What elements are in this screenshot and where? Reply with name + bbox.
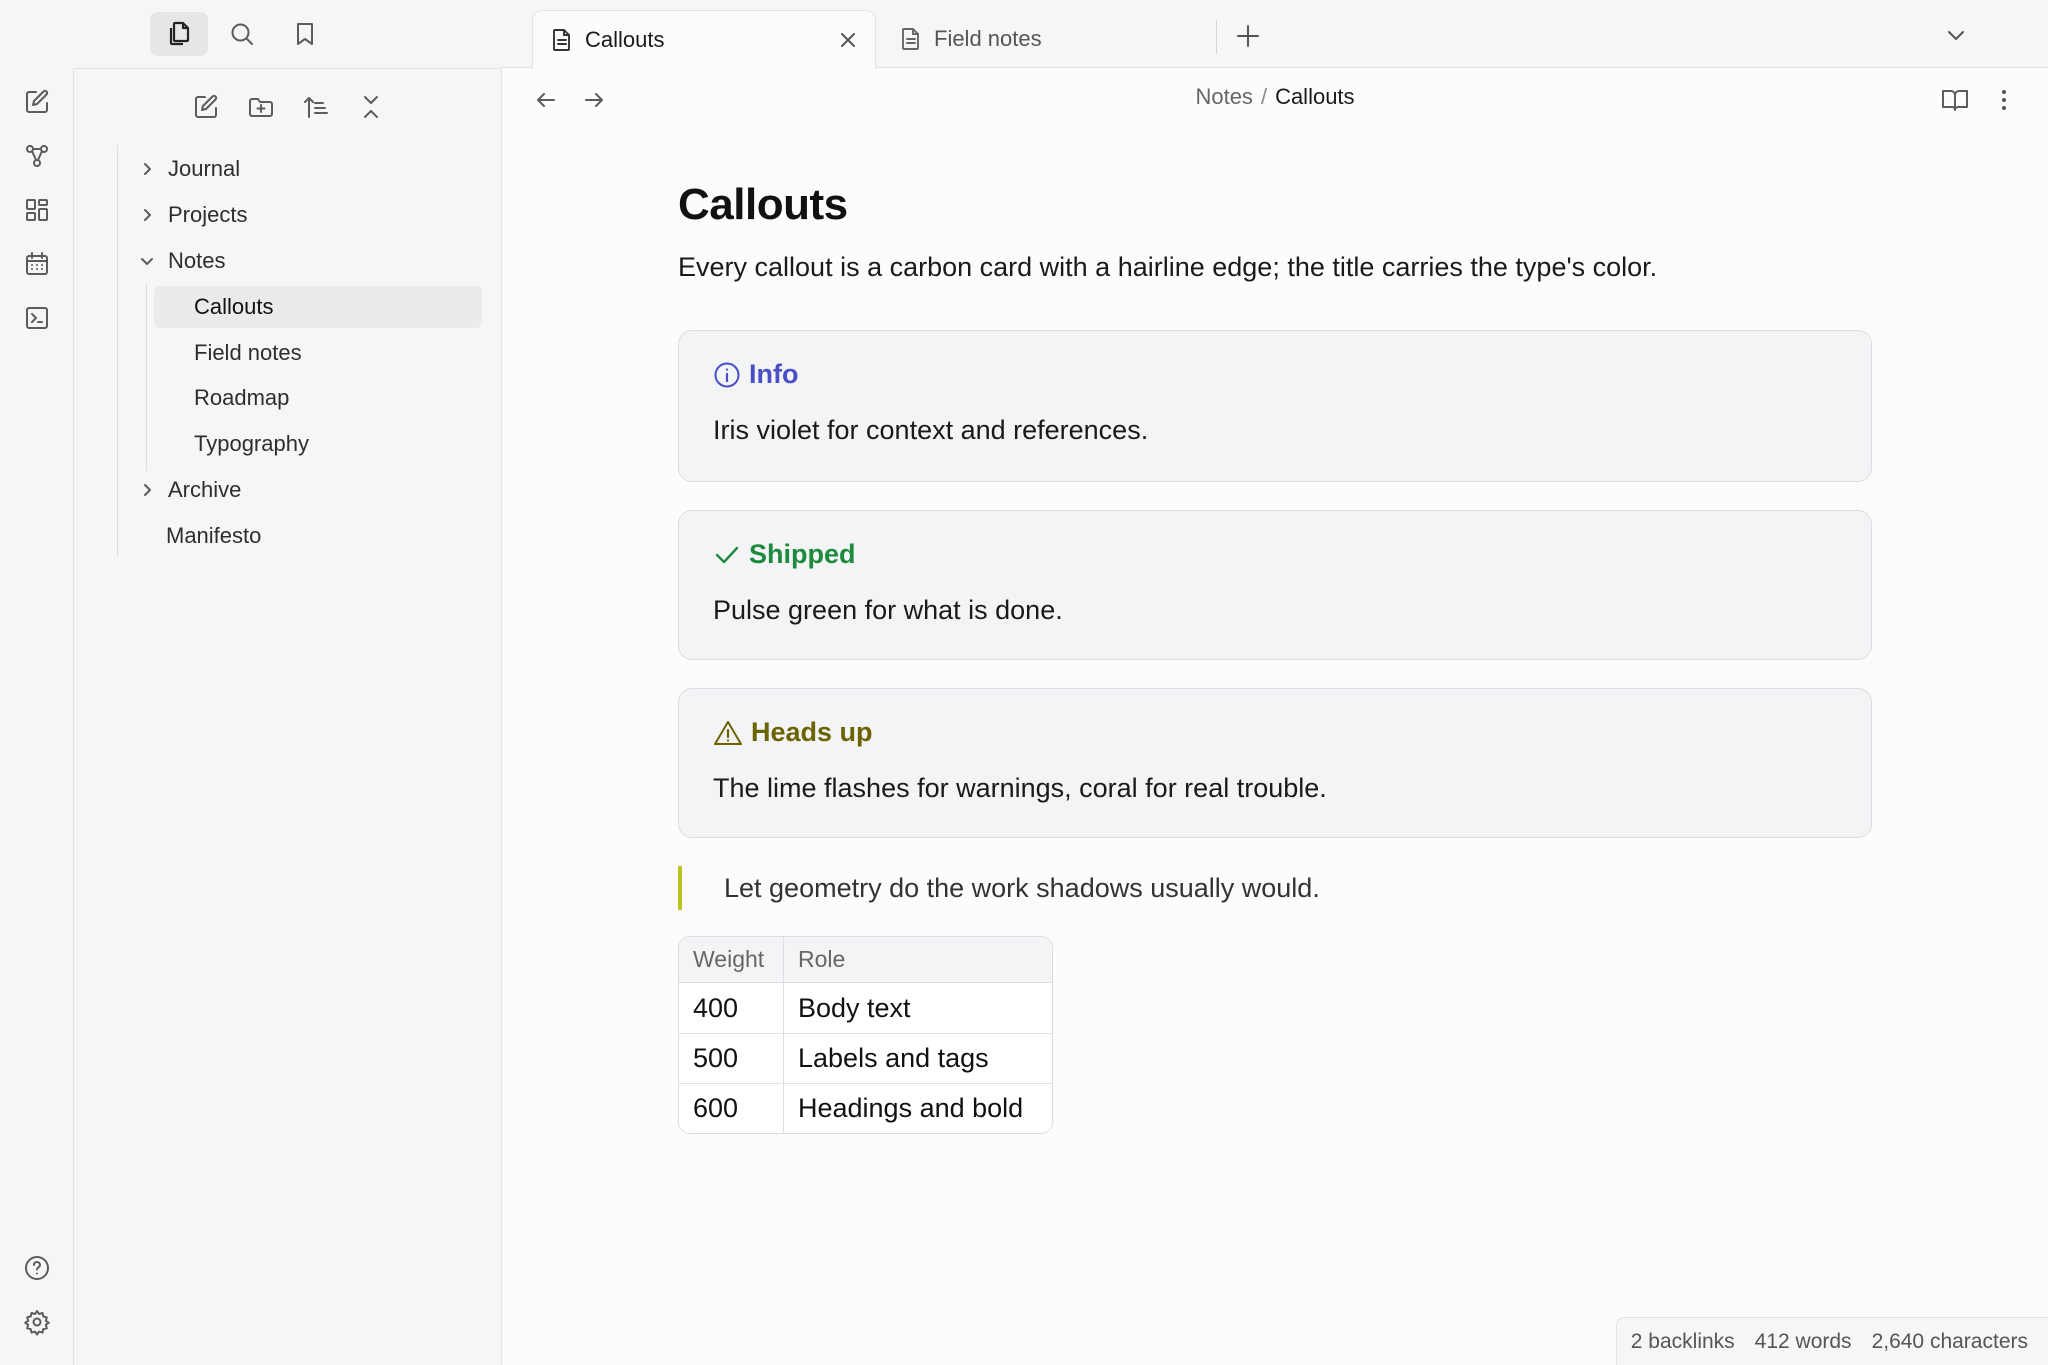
- tree-file-manifesto[interactable]: Manifesto: [134, 515, 434, 557]
- breadcrumb-current[interactable]: Callouts: [1275, 84, 1354, 109]
- tree-item-label: Manifesto: [166, 523, 262, 548]
- help-icon[interactable]: [19, 1250, 55, 1286]
- tab-label: Field notes: [934, 26, 1042, 51]
- tab-callouts[interactable]: Callouts: [532, 10, 876, 69]
- callout-title: Info: [713, 359, 798, 390]
- document-icon: [900, 27, 922, 51]
- new-folder-icon[interactable]: [241, 87, 281, 127]
- tree-file-typography[interactable]: Typography: [154, 423, 482, 465]
- blockquote: Let geometry do the work shadows usually…: [678, 866, 1320, 910]
- close-icon[interactable]: [837, 29, 859, 51]
- table-header: Weight: [679, 937, 784, 983]
- bookmark-icon[interactable]: [276, 12, 334, 56]
- reading-view-icon[interactable]: [1940, 86, 1970, 114]
- check-icon: [713, 541, 749, 569]
- callout-body: Iris violet for context and references.: [713, 415, 1149, 445]
- tree-guide: [146, 283, 147, 471]
- chevron-down-icon: [134, 253, 160, 269]
- status-backlinks[interactable]: 2 backlinks: [1631, 1330, 1735, 1354]
- table-row: 500 Labels and tags: [679, 1033, 1052, 1083]
- status-word-count: 412 words: [1754, 1329, 1852, 1353]
- table-header: Role: [784, 937, 1052, 983]
- table-cell: 500: [679, 1033, 784, 1083]
- tree-item-label: Notes: [168, 248, 226, 273]
- tree-item-label: Typography: [194, 431, 309, 456]
- ribbon-top: [0, 0, 74, 68]
- table-cell: Body text: [784, 983, 1052, 1033]
- info-icon: [713, 361, 749, 389]
- tree-item-label: Archive: [168, 477, 242, 502]
- status-character-count: 2,640 characters: [1871, 1329, 2028, 1353]
- tree-item-label: Journal: [168, 156, 241, 181]
- tree-file-roadmap[interactable]: Roadmap: [154, 377, 482, 419]
- tab-list-chevron-icon[interactable]: [1942, 22, 1970, 50]
- chevron-right-icon: [134, 482, 160, 498]
- table-cell: 600: [679, 1083, 784, 1133]
- page-title: Callouts: [678, 180, 848, 229]
- tab-field-notes[interactable]: Field notes: [882, 10, 1212, 68]
- tree-folder-archive[interactable]: Archive: [134, 469, 434, 511]
- new-note-icon[interactable]: [19, 84, 55, 120]
- tree-folder-projects[interactable]: Projects: [134, 194, 434, 236]
- calendar-icon[interactable]: [19, 246, 55, 282]
- sort-icon[interactable]: [296, 87, 336, 127]
- canvas-icon[interactable]: [19, 192, 55, 228]
- tree-guide: [117, 145, 118, 557]
- tree-item-label: Callouts: [194, 294, 274, 319]
- table-row: 600 Headings and bold: [679, 1083, 1052, 1133]
- view-header: Notes / Callouts: [502, 68, 2048, 132]
- tree-file-field-notes[interactable]: Field notes: [154, 332, 482, 374]
- breadcrumb: Notes / Callouts: [502, 84, 2048, 110]
- callout-body: The lime flashes for warnings, coral for…: [713, 773, 1327, 803]
- status-bar: 2 backlinks 412 words 2,640 characters: [1615, 1317, 2048, 1365]
- collapse-all-icon[interactable]: [351, 87, 391, 127]
- callout-title-text: Info: [749, 359, 799, 389]
- intro-paragraph: Every callout is a carbon card with a ha…: [678, 252, 1658, 282]
- files-icon[interactable]: [150, 12, 208, 56]
- new-note-icon[interactable]: [186, 87, 226, 127]
- document-icon: [551, 28, 573, 52]
- graph-view-icon[interactable]: [19, 138, 55, 174]
- new-tab-icon[interactable]: [1232, 20, 1264, 52]
- table-cell: Labels and tags: [784, 1033, 1052, 1083]
- callout-shipped[interactable]: Shipped Pulse green for what is done.: [678, 510, 1872, 660]
- callout-title-text: Shipped: [749, 539, 856, 569]
- ribbon: [0, 68, 74, 1365]
- callout-title: Shipped: [713, 539, 856, 570]
- table-cell: 400: [679, 983, 784, 1033]
- table-cell: Headings and bold: [784, 1083, 1052, 1133]
- weights-table: Weight Role 400 Body text 500 Labels and…: [678, 936, 1053, 1134]
- tree-item-label: Projects: [168, 202, 248, 227]
- tree-folder-notes[interactable]: Notes: [134, 240, 434, 282]
- more-options-icon[interactable]: [1990, 86, 2018, 114]
- tab-divider: [1216, 20, 1217, 54]
- terminal-icon[interactable]: [19, 300, 55, 336]
- callout-heads-up[interactable]: Heads up The lime flashes for warnings, …: [678, 688, 1872, 838]
- tree-item-label: Roadmap: [194, 385, 290, 410]
- breadcrumb-parent[interactable]: Notes: [1195, 84, 1252, 109]
- chevron-right-icon: [134, 161, 160, 177]
- tree-item-label: Field notes: [194, 340, 302, 365]
- callout-body: Pulse green for what is done.: [713, 595, 1063, 625]
- breadcrumb-separator: /: [1260, 84, 1268, 109]
- file-explorer: Journal Projects Notes Callouts Field no…: [74, 68, 502, 1365]
- sidebar-header: [74, 0, 502, 68]
- table-header-row: Weight Role: [679, 937, 1052, 983]
- callout-info[interactable]: Info Iris violet for context and referen…: [678, 330, 1872, 482]
- callout-title-text: Heads up: [751, 717, 873, 747]
- table-row: 400 Body text: [679, 983, 1052, 1033]
- callout-title: Heads up: [713, 717, 873, 748]
- tab-bar: Callouts Field notes: [502, 0, 2048, 69]
- note-content[interactable]: Callouts Every callout is a carbon card …: [678, 180, 1874, 1134]
- warning-icon: [713, 719, 751, 747]
- chevron-right-icon: [134, 207, 160, 223]
- search-icon[interactable]: [213, 12, 271, 56]
- tree-folder-journal[interactable]: Journal: [134, 148, 434, 190]
- settings-icon[interactable]: [19, 1304, 55, 1340]
- tab-label: Callouts: [585, 27, 665, 52]
- tree-file-callouts[interactable]: Callouts: [154, 286, 482, 328]
